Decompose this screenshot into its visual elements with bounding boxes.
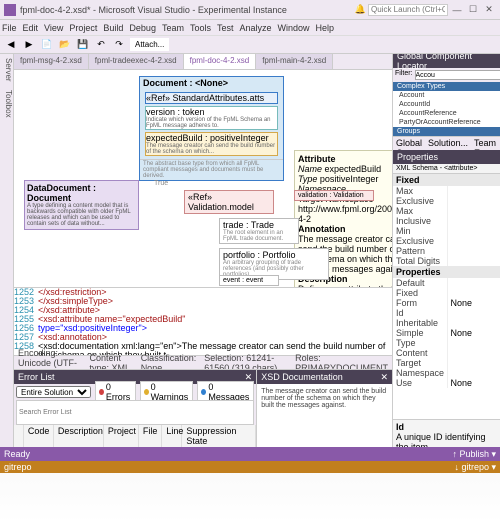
redo-icon[interactable]: ↷	[112, 38, 126, 52]
publish-button[interactable]: ↑ Publish ▾	[452, 449, 496, 460]
gcl-item-accountid[interactable]: AccountId	[393, 100, 500, 109]
tab-team-explorer[interactable]: Team Exp...	[471, 137, 500, 150]
quick-launch-input[interactable]	[368, 4, 448, 16]
xsd-doc-title: XSD Documentation	[261, 372, 343, 382]
attach-button[interactable]: Attach...	[130, 38, 169, 51]
tab-fpml-doc[interactable]: fpml-doc-4-2.xsd	[184, 54, 257, 69]
menu-bar: File Edit View Project Build Debug Team …	[0, 20, 500, 36]
menu-team[interactable]: Team	[162, 23, 184, 33]
error-search-input[interactable]	[16, 400, 254, 425]
window-title: fpml-doc-4-2.xsd* - Microsoft Visual Stu…	[20, 5, 355, 15]
menu-build[interactable]: Build	[103, 23, 123, 33]
properties-title: Properties	[397, 152, 438, 162]
gcl-filter-input[interactable]	[415, 70, 500, 80]
menu-project[interactable]: Project	[69, 23, 97, 33]
editor-status-line: Encoding: Unicode (UTF-8) Content type: …	[14, 355, 392, 369]
new-project-icon[interactable]: 📄	[40, 38, 54, 52]
document-tabs: fpml-msg-4-2.xsd fpml-tradeexec-4-2.xsd …	[14, 54, 392, 70]
tab-fpml-tradeexec[interactable]: fpml-tradeexec-4-2.xsd	[89, 54, 184, 69]
properties-grid[interactable]: Fixed Max Exclusive Max Inclusive Min Ex…	[393, 174, 500, 419]
open-icon[interactable]: 📂	[58, 38, 72, 52]
xsd-doc-close-icon[interactable]: ✕	[380, 372, 388, 383]
status-ready: Ready	[4, 449, 30, 459]
gcl-item-account[interactable]: Account	[393, 91, 500, 100]
gcl-item-accountreference[interactable]: AccountReference	[393, 109, 500, 118]
tab-fpml-msg[interactable]: fpml-msg-4-2.xsd	[14, 54, 89, 69]
git-repo-label[interactable]: gitrepo	[4, 462, 32, 472]
col-file[interactable]: File	[139, 425, 163, 447]
reflection-decoration	[0, 473, 500, 523]
vs-logo-icon	[4, 4, 16, 16]
menu-edit[interactable]: Edit	[23, 23, 39, 33]
tab-fpml-main[interactable]: fpml-main-4-2.xsd	[256, 54, 333, 69]
derived-note: The abstract base type from which all Fp…	[140, 159, 283, 180]
code-editor[interactable]: 1252125312541255125612571258 </xsd:restr…	[14, 287, 392, 355]
version-note: Indicate which version of the FpML Schem…	[146, 117, 277, 129]
version-attr[interactable]: version : token	[146, 107, 277, 117]
toolbox-tab[interactable]: Toolbox	[0, 86, 13, 122]
col-desc[interactable]: Description	[54, 425, 104, 447]
menu-test[interactable]: Test	[217, 23, 234, 33]
gcl-item-partyoraccountreference[interactable]: PartyOrAccountReference	[393, 118, 500, 127]
undo-icon[interactable]: ↶	[94, 38, 108, 52]
col-suppression[interactable]: Suppression State	[182, 425, 256, 447]
close-button[interactable]: ✕	[482, 4, 496, 16]
col-line[interactable]: Line	[162, 425, 182, 447]
validation-item[interactable]: validation : Validation	[294, 190, 374, 201]
event-node[interactable]: event : event	[219, 275, 279, 286]
menu-analyze[interactable]: Analyze	[240, 23, 272, 33]
line-gutter: 1252125312541255125612571258	[14, 288, 36, 355]
data-document-note: A type defining a content model that is …	[27, 203, 136, 227]
true-label: True	[154, 180, 168, 187]
menu-help[interactable]: Help	[316, 23, 335, 33]
col-code[interactable]: Code	[24, 425, 54, 447]
prop-desc-name: Id	[396, 422, 497, 432]
tab-global-components[interactable]: Global C...	[393, 137, 425, 150]
menu-file[interactable]: File	[2, 23, 17, 33]
git-branch-button[interactable]: ↓ gitrepo ▾	[454, 462, 496, 473]
document-node-title[interactable]: Document : <None>	[140, 77, 283, 89]
error-scope-select[interactable]: Entire Solution	[16, 386, 91, 398]
menu-window[interactable]: Window	[278, 23, 310, 33]
error-list-title: Error List	[18, 372, 55, 382]
error-grid[interactable]: Code Description Project File Line Suppr…	[14, 425, 256, 448]
col-project[interactable]: Project	[104, 425, 139, 447]
tab-solution-explorer[interactable]: Solution...	[425, 137, 471, 150]
data-document-title[interactable]: DataDocument : Document	[27, 183, 136, 203]
gcl-complex-types-header[interactable]: Complex Types	[393, 82, 500, 91]
menu-tools[interactable]: Tools	[190, 23, 211, 33]
save-icon[interactable]: 💾	[76, 38, 90, 52]
toolbar: ◀ ▶ 📄 📂 💾 ↶ ↷ Attach...	[0, 36, 500, 54]
trade-node[interactable]: trade : Trade The root element in an FpM…	[219, 218, 299, 244]
server-explorer-tab[interactable]: Server	[0, 54, 13, 86]
xsd-designer-surface[interactable]: Document : <None> «Ref» StandardAttribut…	[14, 70, 392, 287]
minimize-button[interactable]: —	[450, 4, 464, 16]
menu-debug[interactable]: Debug	[129, 23, 156, 33]
expected-build-attr[interactable]: expectedBuild : positiveInteger	[146, 133, 277, 143]
expected-note: The message creator can send the build n…	[146, 143, 277, 155]
notification-icon[interactable]: 🔔	[355, 4, 366, 15]
menu-view[interactable]: View	[44, 23, 63, 33]
standard-attrs-ref[interactable]: «Ref» StandardAttributes.atts	[146, 93, 277, 103]
properties-object[interactable]: XML Schema - <attribute>	[393, 164, 500, 174]
xsd-doc-body: The message creator can send the build n…	[257, 384, 392, 447]
prop-desc-text: A unique ID identifying the item	[396, 432, 497, 447]
gcl-filter-label: Filter:	[395, 70, 413, 80]
maximize-button[interactable]: ☐	[466, 4, 480, 16]
nav-back-icon[interactable]: ◀	[4, 38, 18, 52]
gcl-groups-header[interactable]: Groups	[393, 127, 500, 136]
nav-fwd-icon[interactable]: ▶	[22, 38, 36, 52]
validation-ref[interactable]: «Ref» Validation.model	[184, 190, 274, 214]
